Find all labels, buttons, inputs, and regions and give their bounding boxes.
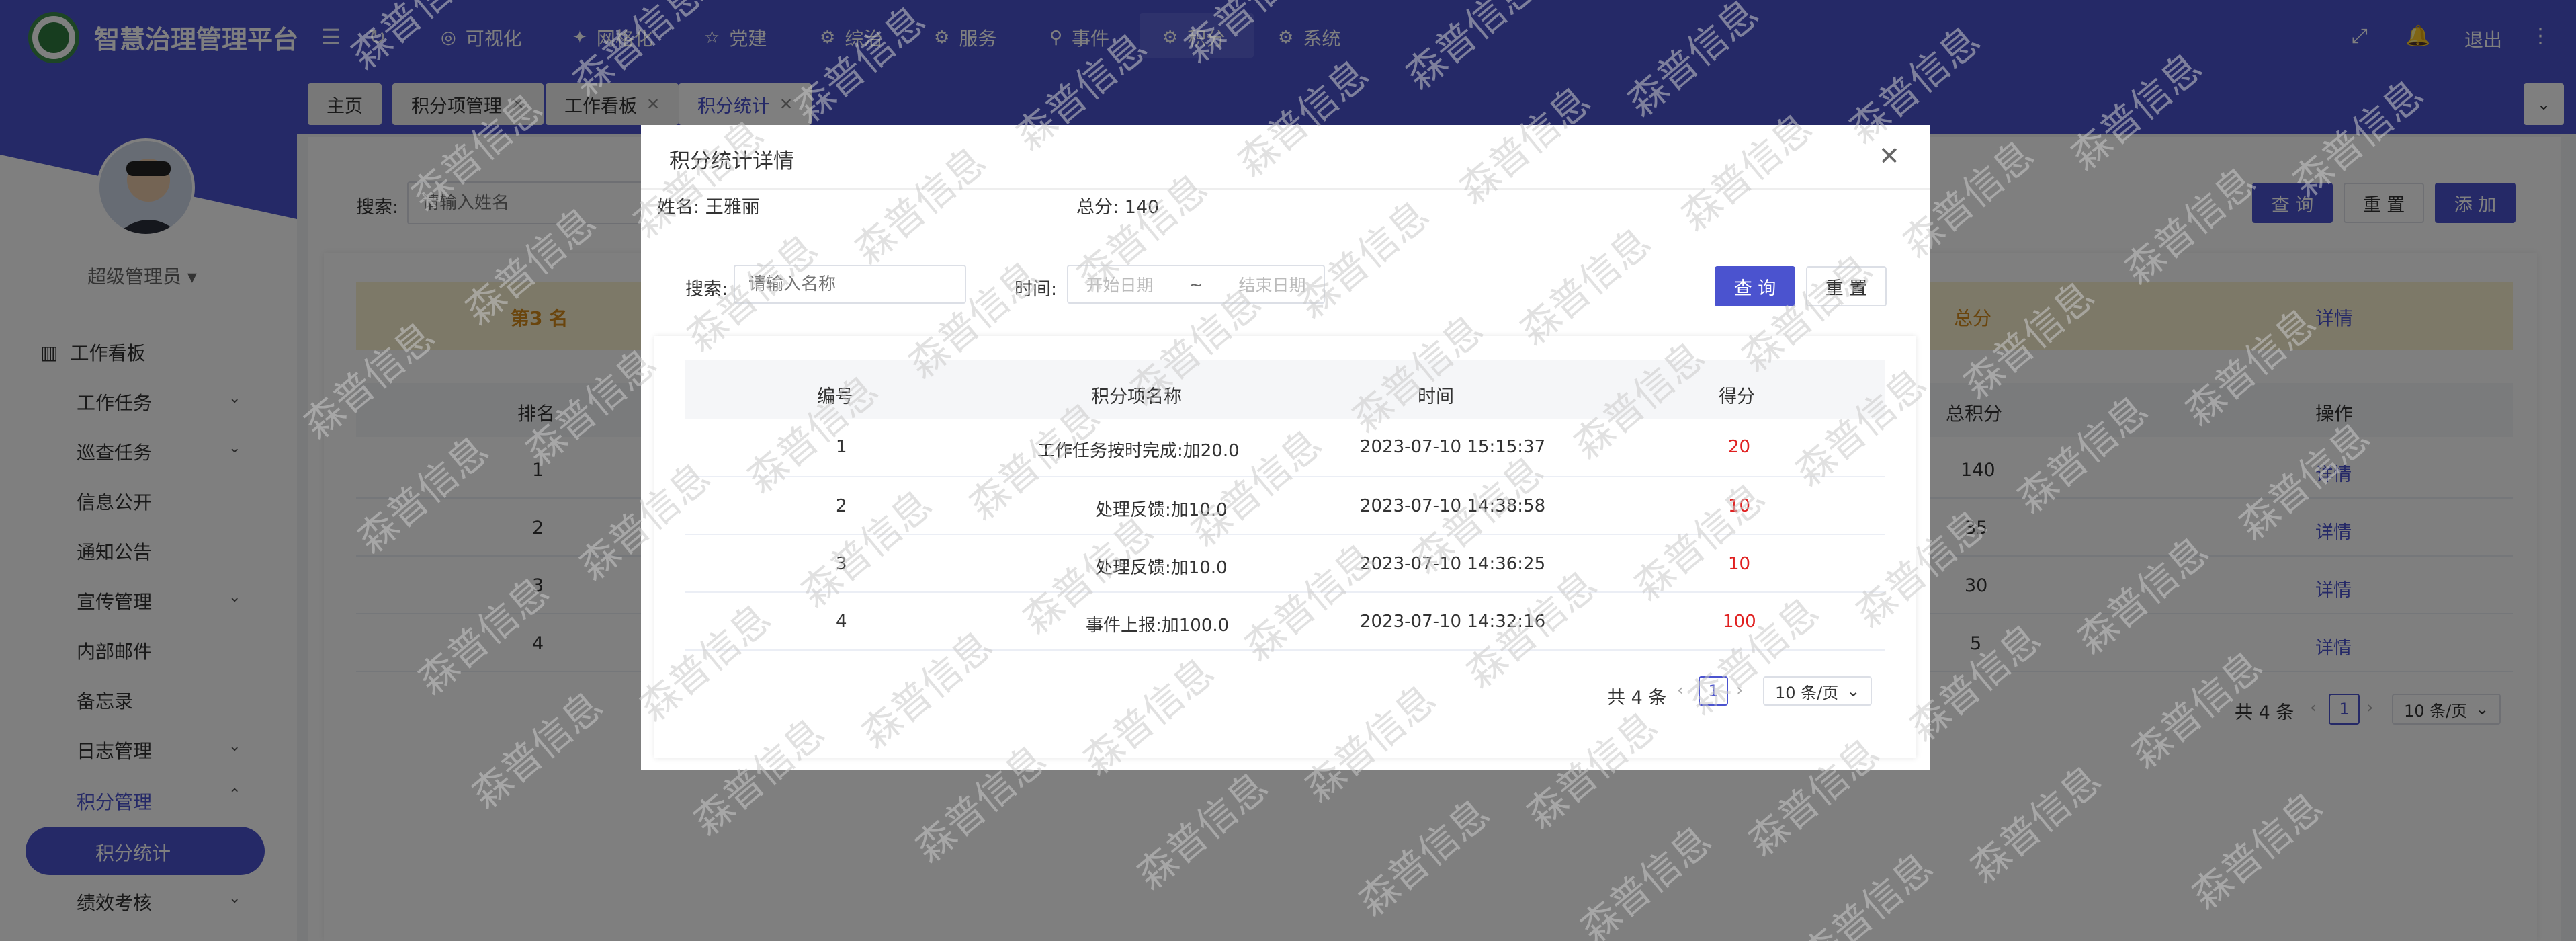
modal-pagination-total: 共 4 条 (1607, 688, 1667, 708)
date-range-picker[interactable]: 开始日期 ~ 结束日期 (1067, 265, 1325, 304)
close-icon[interactable]: ✕ (1879, 141, 1900, 171)
name-cell: 事件上报:加100.0 (1086, 616, 1230, 636)
time-cell: 2023-07-10 14:36:25 (1360, 554, 1546, 574)
end-date-placeholder[interactable]: 结束日期 (1238, 272, 1305, 296)
time-cell: 2023-07-10 14:38:58 (1360, 496, 1546, 516)
modal-time-label: 时间: (1015, 279, 1058, 300)
points-detail-modal: 积分统计详情 ✕ 姓名: 王雅丽 总分: 140 搜索: 时间: 开始日期 ~ … (641, 125, 1930, 770)
page-number-button[interactable]: 1 (1699, 676, 1728, 706)
page-size-label: 10 条/页 (1775, 683, 1839, 702)
col-name-header: 积分项名称 (1091, 386, 1182, 407)
name-cell: 处理反馈:加10.0 (1095, 558, 1228, 578)
total-value: 140 (1124, 197, 1160, 218)
no-cell: 2 (836, 496, 847, 516)
col-no-header: 编号 (817, 386, 853, 407)
no-cell: 4 (836, 612, 847, 632)
modal-search-input[interactable] (734, 265, 966, 304)
modal-divider (641, 188, 1930, 190)
score-cell: 10 (1728, 496, 1751, 516)
table-row: 1 工作任务按时完成:加20.0 2023-07-10 15:15:37 20 (685, 419, 1885, 477)
modal-title: 积分统计详情 (669, 149, 794, 173)
modal-table-header (685, 360, 1885, 419)
col-score-header: 得分 (1719, 386, 1755, 407)
date-separator: ~ (1189, 274, 1203, 294)
name-cell: 工作任务按时完成:加20.0 (1037, 441, 1240, 461)
modal-name: 姓名: 王雅丽 (657, 192, 760, 218)
score-cell: 100 (1723, 612, 1756, 632)
name-cell: 处理反馈:加10.0 (1095, 500, 1228, 520)
chevron-down-icon: ⌄ (1846, 682, 1860, 700)
table-row: 4 事件上报:加100.0 2023-07-10 14:32:16 100 (685, 593, 1885, 651)
start-date-placeholder[interactable]: 开始日期 (1086, 272, 1154, 296)
total-label: 总分: (1076, 197, 1119, 218)
modal-reset-button[interactable]: 重 置 (1806, 266, 1887, 306)
score-cell: 20 (1728, 437, 1751, 457)
time-cell: 2023-07-10 14:32:16 (1360, 612, 1546, 632)
no-cell: 3 (836, 554, 847, 574)
modal-query-button[interactable]: 查 询 (1715, 266, 1795, 306)
col-time-header: 时间 (1418, 386, 1454, 407)
name-value: 王雅丽 (705, 197, 760, 218)
name-label: 姓名: (657, 197, 700, 218)
table-row: 3 处理反馈:加10.0 2023-07-10 14:36:25 10 (685, 535, 1885, 593)
page-size-select[interactable]: 10 条/页 ⌄ (1763, 676, 1873, 706)
no-cell: 1 (836, 437, 847, 457)
time-cell: 2023-07-10 15:15:37 (1360, 437, 1546, 457)
table-row: 2 处理反馈:加10.0 2023-07-10 14:38:58 10 (685, 477, 1885, 535)
modal-total: 总分: 140 (1076, 192, 1159, 218)
modal-search-label: 搜索: (685, 279, 728, 300)
prev-page-icon[interactable]: ‹ (1677, 680, 1684, 700)
score-cell: 10 (1728, 554, 1751, 574)
next-page-icon[interactable]: › (1736, 680, 1743, 700)
